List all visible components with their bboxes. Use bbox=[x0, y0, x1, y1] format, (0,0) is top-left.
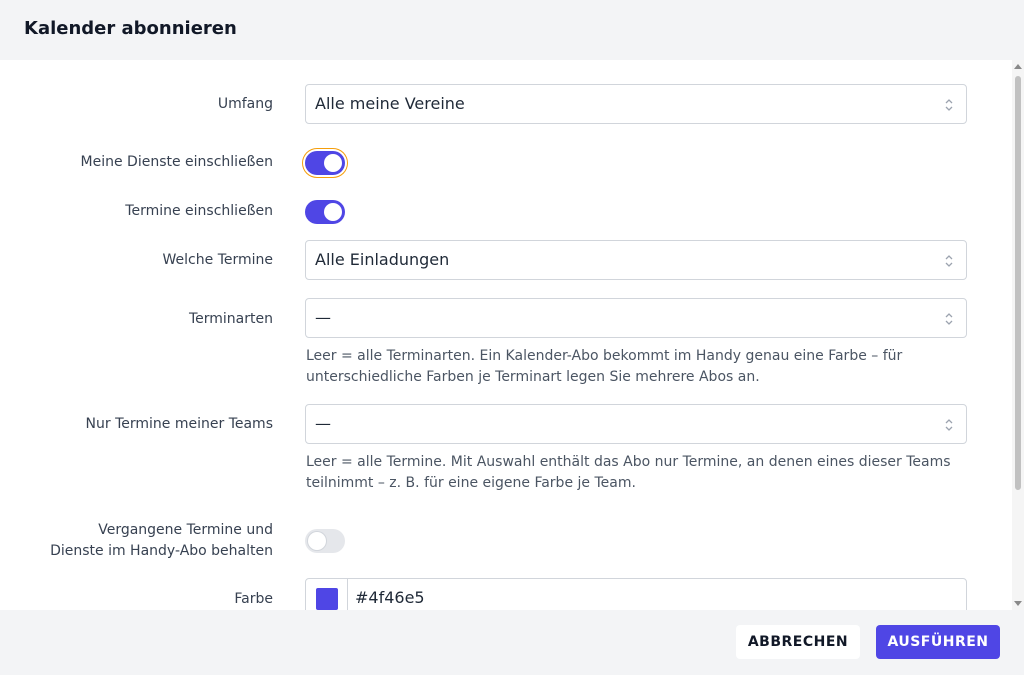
submit-button[interactable]: AUSFÜHREN bbox=[876, 625, 1000, 659]
teams-label: Nur Termine meiner Teams bbox=[85, 416, 273, 432]
keep-past-label-line1: Vergangene Termine und bbox=[98, 522, 273, 538]
dialog-header: Kalender abonnieren bbox=[0, 0, 1024, 60]
include-duties-label: Meine Dienste einschließen bbox=[80, 154, 273, 170]
which-events-label: Welche Termine bbox=[162, 252, 273, 268]
color-hex-value: #4f46e5 bbox=[355, 588, 425, 607]
scope-value: Alle meine Vereine bbox=[315, 94, 465, 113]
scrollbar[interactable] bbox=[1012, 60, 1024, 610]
event-types-label: Terminarten bbox=[188, 311, 273, 327]
teams-value: — bbox=[315, 414, 331, 433]
toggle-knob bbox=[324, 203, 342, 221]
toggle-knob bbox=[308, 532, 326, 550]
color-label: Farbe bbox=[234, 591, 273, 607]
chevron-updown-icon bbox=[945, 313, 953, 325]
dialog-title: Kalender abonnieren bbox=[24, 18, 237, 39]
include-events-label: Termine einschließen bbox=[125, 203, 273, 219]
event-types-hint: Leer = alle Terminarten. Ein Kalender-Ab… bbox=[306, 348, 903, 385]
scrollbar-thumb[interactable] bbox=[1015, 76, 1021, 490]
which-events-select[interactable]: Alle Einladungen bbox=[305, 240, 967, 280]
color-swatch bbox=[316, 588, 338, 610]
include-events-toggle[interactable] bbox=[305, 200, 345, 224]
scope-label: Umfang bbox=[217, 96, 273, 112]
color-field[interactable]: #4f46e5 bbox=[305, 578, 967, 610]
teams-hint: Leer = alle Termine. Mit Auswahl enthält… bbox=[306, 454, 951, 491]
keep-past-label-line2: Dienste im Handy-Abo behalten bbox=[50, 543, 273, 559]
chevron-updown-icon bbox=[945, 99, 953, 111]
scope-select[interactable]: Alle meine Vereine bbox=[305, 84, 967, 124]
keep-past-toggle[interactable] bbox=[305, 529, 345, 553]
cancel-button[interactable]: ABBRECHEN bbox=[736, 625, 860, 659]
teams-select[interactable]: — bbox=[305, 404, 967, 444]
scroll-down-arrow-icon[interactable] bbox=[1014, 601, 1022, 606]
chevron-updown-icon bbox=[945, 419, 953, 431]
toggle-knob bbox=[324, 154, 342, 172]
event-types-value: — bbox=[315, 308, 331, 327]
color-swatch-button[interactable] bbox=[306, 579, 348, 610]
scroll-up-arrow-icon[interactable] bbox=[1014, 64, 1022, 69]
dialog-body: Umfang Alle meine Vereine Meine Dienste … bbox=[0, 60, 1024, 610]
chevron-updown-icon bbox=[945, 255, 953, 267]
which-events-value: Alle Einladungen bbox=[315, 250, 450, 269]
dialog-footer: ABBRECHEN AUSFÜHREN bbox=[0, 610, 1024, 675]
event-types-select[interactable]: — bbox=[305, 298, 967, 338]
include-duties-toggle[interactable] bbox=[305, 151, 345, 175]
